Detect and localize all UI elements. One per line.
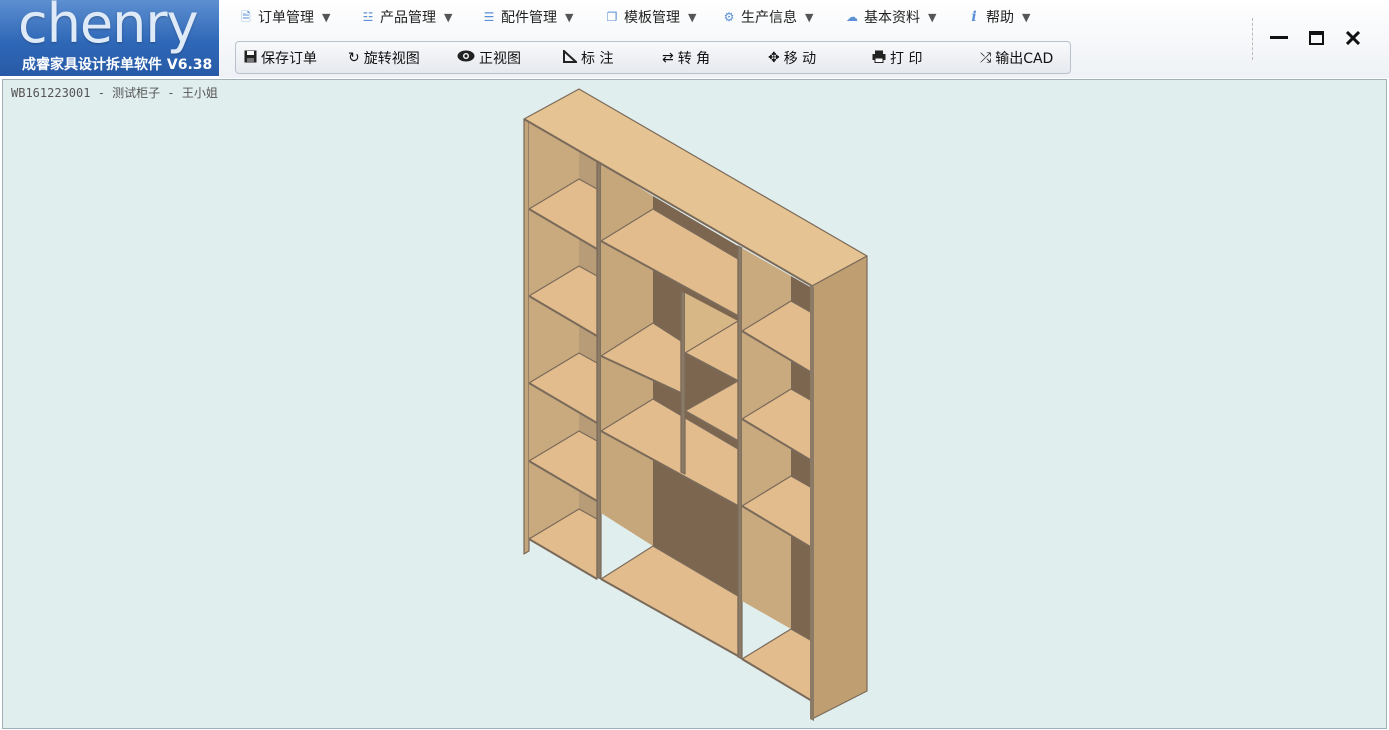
menu-label: 基本资料: [864, 10, 920, 26]
cabinet-3d-model: [523, 88, 868, 721]
menu-label: 产品管理: [380, 10, 436, 26]
print-label: 打 印: [890, 51, 923, 67]
move-arrows-icon: ✥: [768, 50, 780, 66]
front-view-button[interactable]: 正视图: [457, 48, 521, 68]
dropdown-arrow-icon: ▼: [805, 10, 814, 24]
menu-help[interactable]: i 帮助 ▼: [967, 7, 1030, 27]
close-icon: [1346, 31, 1360, 45]
window-controls: [1249, 18, 1389, 58]
dropdown-arrow-icon: ▼: [688, 10, 697, 24]
right-side-panel: [811, 255, 868, 720]
app-logo: chenry 成睿家具设计拆单软件 V6.38: [0, 0, 219, 76]
save-order-button[interactable]: 保存订单: [244, 48, 317, 68]
logo-wordmark: chenry: [18, 0, 199, 55]
menu-product-management[interactable]: ☳ 产品管理 ▼: [361, 7, 453, 27]
top-bar: 🗎 订单管理 ▼ ☳ 产品管理 ▼ ☰ 配件管理 ▼ ❐ 模板管理 ▼ ⚙ 生产…: [219, 0, 1389, 78]
menu-label: 帮助: [986, 10, 1014, 26]
annotate-label: 标 注: [581, 51, 614, 67]
menu-label: 配件管理: [501, 10, 557, 26]
maximize-button[interactable]: [1301, 18, 1331, 58]
maximize-icon: [1308, 31, 1324, 45]
logo-subtitle: 成睿家具设计拆单软件 V6.38: [22, 57, 213, 73]
minimize-icon: [1270, 36, 1288, 39]
save-order-label: 保存订单: [261, 51, 317, 67]
menu-label: 订单管理: [258, 10, 314, 26]
menu-order-management[interactable]: 🗎 订单管理 ▼: [239, 7, 330, 27]
menu-label: 模板管理: [624, 10, 680, 26]
save-icon: [244, 50, 257, 67]
document-icon: 🗎: [241, 10, 251, 24]
eye-icon: [457, 50, 475, 66]
retweet-icon: ⇄: [662, 50, 674, 66]
rotate-icon: ↻: [348, 50, 360, 66]
turn-corner-button[interactable]: ⇄ 转 角: [662, 48, 710, 68]
minimize-button[interactable]: [1264, 18, 1294, 58]
triangle-ruler-icon: [563, 48, 579, 67]
cloud-icon: ☁: [846, 10, 858, 24]
export-cad-label: 输出CAD: [995, 51, 1054, 67]
divider: [596, 160, 602, 580]
shuffle-icon: ⤮: [980, 50, 992, 66]
move-label: 移 动: [783, 51, 817, 67]
print-button[interactable]: 打 印: [872, 48, 922, 68]
rotate-view-label: 旋转视图: [363, 51, 420, 67]
dropdown-arrow-icon: ▼: [565, 10, 574, 24]
menu-parts-management[interactable]: ☰ 配件管理 ▼: [482, 7, 574, 27]
list-icon: ☰: [483, 10, 495, 24]
menu-label: 生产信息: [741, 10, 797, 26]
turn-corner-label: 转 角: [677, 51, 711, 67]
left-side-panel: [523, 118, 530, 555]
copy-icon: ❐: [606, 10, 618, 24]
front-view-label: 正视图: [479, 51, 521, 67]
divider: [737, 245, 743, 660]
move-button[interactable]: ✥ 移 动: [768, 48, 816, 68]
dropdown-arrow-icon: ▼: [1022, 10, 1031, 24]
divider: [680, 290, 686, 475]
menu-template-management[interactable]: ❐ 模板管理 ▼: [605, 7, 697, 27]
database-icon: ☳: [362, 10, 374, 24]
toolbar: 保存订单 ↻ 旋转视图 正视图 标 注 ⇄ 转 角 ✥ 移 动 打 印 ⤮ 输出…: [235, 41, 1071, 74]
menu-production-info[interactable]: ⚙ 生产信息 ▼: [722, 7, 814, 27]
gear-icon: ⚙: [723, 10, 735, 24]
rotate-view-button[interactable]: ↻ 旋转视图: [348, 48, 420, 68]
dropdown-arrow-icon: ▼: [322, 10, 331, 24]
3d-viewport[interactable]: WB161223001 - 测试柜子 - 王小姐: [2, 79, 1387, 729]
export-cad-button[interactable]: ⤮ 输出CAD: [980, 48, 1053, 68]
printer-icon: [872, 50, 886, 67]
dropdown-arrow-icon: ▼: [444, 10, 453, 24]
dropdown-arrow-icon: ▼: [928, 10, 937, 24]
info-icon: i: [971, 9, 977, 25]
annotate-button[interactable]: 标 注: [563, 48, 613, 68]
menu-basic-data[interactable]: ☁ 基本资料 ▼: [845, 7, 936, 27]
close-button[interactable]: [1338, 18, 1368, 58]
